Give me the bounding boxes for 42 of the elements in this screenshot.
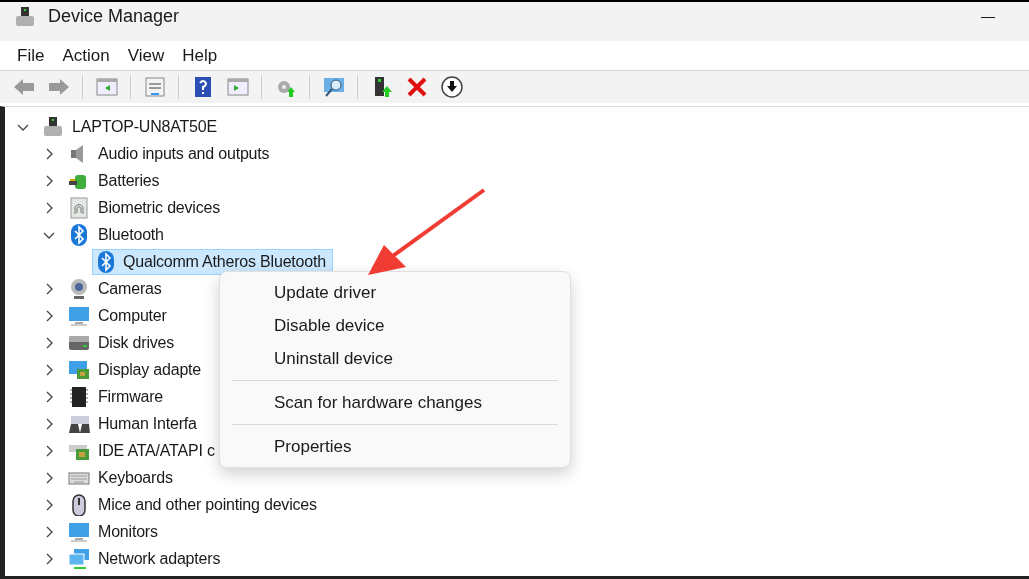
tree-item[interactable]: IDE ATA/ATAPI c xyxy=(98,438,215,463)
window-title: Device Manager xyxy=(48,5,180,28)
computer-icon xyxy=(14,5,36,28)
tree-item[interactable]: Disk drives xyxy=(98,330,175,355)
tree-item[interactable]: Cameras xyxy=(98,276,162,301)
menu-item[interactable]: Properties xyxy=(224,430,566,463)
tree-item[interactable]: Batteries xyxy=(98,168,160,193)
bluetooth-icon xyxy=(68,223,90,246)
tree-item[interactable]: Display adapte xyxy=(98,357,202,382)
tree-item[interactable]: Firmware xyxy=(98,384,164,409)
bluetooth-icon xyxy=(95,250,117,273)
webcam-icon xyxy=(68,277,90,300)
menu-item[interactable]: Uninstall device xyxy=(224,342,566,375)
tree-item[interactable]: LAPTOP-UN8AT50E xyxy=(72,114,217,139)
chip-icon xyxy=(68,385,90,408)
menu-item[interactable]: Update driver xyxy=(224,276,566,309)
display-adapter-icon xyxy=(68,358,90,381)
fingerprint-icon xyxy=(68,196,90,219)
tree-item[interactable]: Computer xyxy=(98,303,167,328)
menu-item[interactable]: Disable device xyxy=(224,309,566,342)
menu-item[interactable]: Scan for hardware changes xyxy=(224,386,566,419)
computer-icon xyxy=(42,115,64,138)
monitor-icon xyxy=(68,304,90,327)
menu-item[interactable]: Help xyxy=(173,40,227,71)
tree-item[interactable]: Network adapters xyxy=(98,546,221,571)
monitor-icon xyxy=(68,520,90,543)
minimize-button[interactable]: — xyxy=(973,6,1003,27)
network-icon xyxy=(68,547,90,570)
window-icon[interactable] xyxy=(142,75,167,99)
tree-item[interactable]: Bluetooth xyxy=(98,222,164,247)
tree-item[interactable]: Monitors xyxy=(98,519,158,544)
selected-tree-item[interactable]: Qualcomm Atheros Bluetooth xyxy=(92,248,333,275)
tree-item[interactable]: Keyboards xyxy=(98,465,173,490)
menu-item[interactable]: Action xyxy=(53,40,119,71)
tree-item[interactable]: Biometric devices xyxy=(98,195,220,220)
monitor-search-icon[interactable] xyxy=(321,75,346,99)
tree-item[interactable]: Audio inputs and outputs xyxy=(98,141,270,166)
tree-item[interactable]: Human Interfa xyxy=(98,411,197,436)
tree-item[interactable]: Mice and other pointing devices xyxy=(98,492,317,517)
menu-item[interactable]: File xyxy=(8,40,54,71)
download-icon[interactable] xyxy=(439,75,464,99)
menu-item[interactable]: View xyxy=(118,40,174,71)
